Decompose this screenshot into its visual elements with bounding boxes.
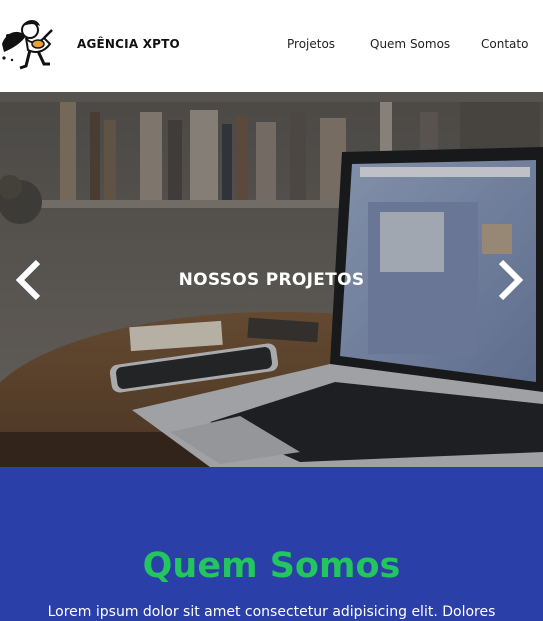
nav-link-projetos[interactable]: Projetos: [287, 37, 335, 51]
chevron-right-icon: [498, 259, 524, 301]
carousel-prev-button[interactable]: [14, 259, 44, 301]
about-text: Lorem ipsum dolor sit amet consectetur a…: [47, 604, 496, 620]
chevron-left-icon: [15, 259, 41, 301]
logo-icon[interactable]: [0, 14, 64, 74]
hero-title: NOSSOS PROJETOS: [178, 270, 365, 290]
nav-link-contato[interactable]: Contato: [481, 37, 528, 51]
hero-carousel: NOSSOS PROJETOS: [0, 92, 543, 467]
about-title: Quem Somos: [142, 546, 401, 586]
nav-link-quem-somos[interactable]: Quem Somos: [370, 37, 450, 51]
about-section: Quem Somos Lorem ipsum dolor sit amet co…: [0, 467, 543, 621]
site-header: AGÊNCIA XPTO Projetos Quem Somos Contato: [0, 0, 543, 92]
carousel-next-button[interactable]: [495, 259, 525, 301]
brand-name[interactable]: AGÊNCIA XPTO: [77, 37, 180, 51]
